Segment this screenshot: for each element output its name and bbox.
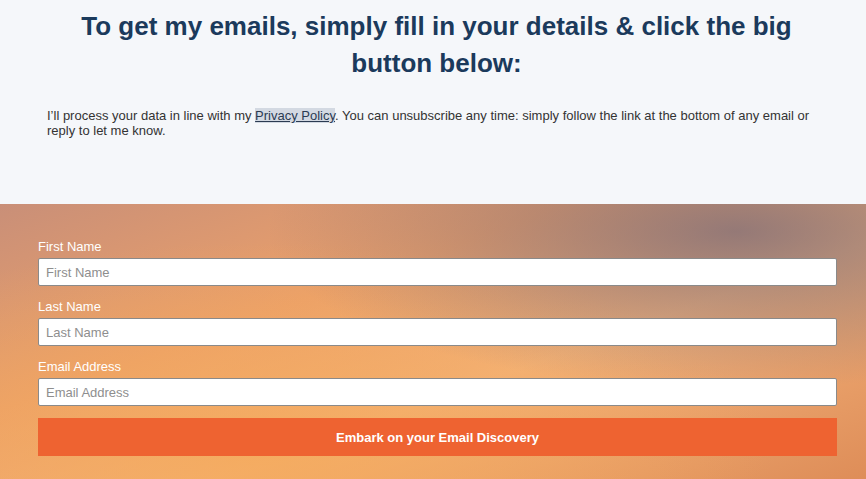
heading: To get my emails, simply fill in your de… — [77, 8, 797, 82]
field-label: Email Address — [38, 359, 837, 374]
text-input[interactable] — [38, 378, 837, 406]
form-field: Last Name — [38, 299, 837, 346]
form-field: First Name — [38, 239, 837, 286]
privacy-policy-link[interactable]: Privacy Policy — [255, 108, 335, 123]
signup-page: To get my emails, simply fill in your de… — [0, 0, 866, 479]
privacy-notice: I’ll process your data in line with my P… — [47, 108, 826, 138]
submit-button[interactable]: Embark on your Email Discovery — [38, 418, 837, 456]
form-field: Email Address — [38, 359, 837, 406]
field-label: Last Name — [38, 299, 837, 314]
signup-form: First Name Last Name Email Address Embar… — [0, 204, 866, 479]
text-input[interactable] — [38, 258, 837, 286]
field-label: First Name — [38, 239, 837, 254]
text-input[interactable] — [38, 318, 837, 346]
intro-section: To get my emails, simply fill in your de… — [0, 0, 866, 204]
